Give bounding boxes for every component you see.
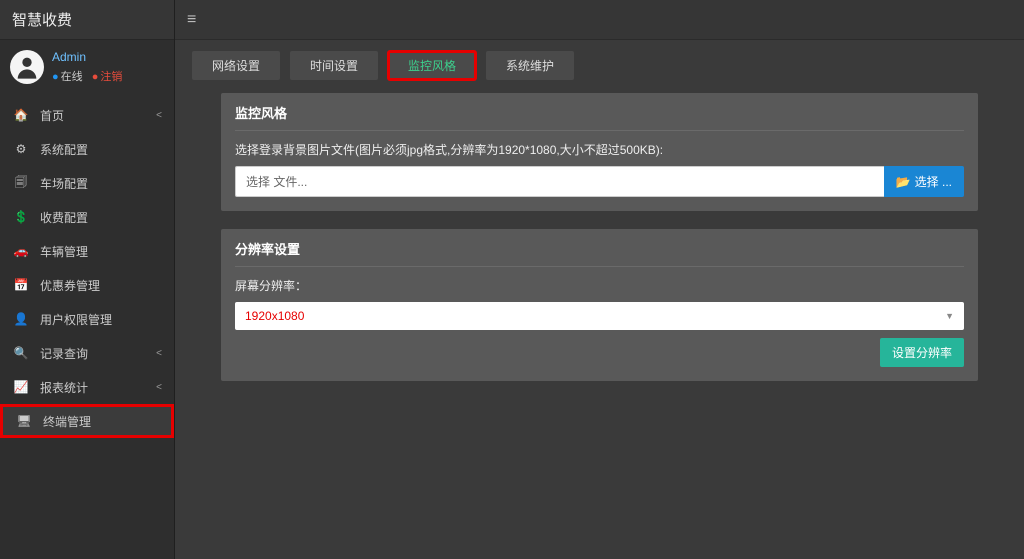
nav-label: 收费配置 bbox=[40, 209, 162, 226]
sidebar-item[interactable]: 📈 报表统计< bbox=[0, 370, 174, 404]
logout-dot-icon: ● bbox=[92, 71, 99, 83]
nav-icon: 👤 bbox=[12, 312, 30, 326]
nav-label: 报表统计 bbox=[40, 379, 156, 396]
nav-label: 车场配置 bbox=[40, 175, 162, 192]
sidebar-item[interactable]: 🚗 车辆管理 bbox=[0, 234, 174, 268]
nav-icon: 💲 bbox=[12, 210, 30, 224]
panel-title: 监控风格 bbox=[235, 103, 964, 131]
brand-title: 智慧收费 bbox=[0, 0, 174, 40]
chevron-left-icon: < bbox=[156, 110, 162, 121]
nav-label: 用户权限管理 bbox=[40, 311, 162, 328]
sidebar: 智慧收费 Admin ●在线 ●注销 🏠首页<⚙系统配置🗐车场配置💲收费配置🚗车… bbox=[0, 0, 175, 559]
nav-label: 记录查询 bbox=[40, 345, 156, 362]
folder-open-icon: 📂 bbox=[896, 175, 911, 189]
nav-icon: 📅 bbox=[12, 278, 30, 292]
menu-toggle-icon[interactable]: ≡ bbox=[187, 11, 196, 29]
sidebar-item[interactable]: 🔍 记录查询< bbox=[0, 336, 174, 370]
panel-monitor-style: 监控风格 选择登录背景图片文件(图片必须jpg格式,分辨率为1920*1080,… bbox=[221, 93, 978, 211]
resolution-label: 屏幕分辨率： bbox=[235, 277, 964, 294]
nav-label: 终端管理 bbox=[43, 413, 159, 430]
nav-label: 优惠券管理 bbox=[40, 277, 162, 294]
nav-icon: 🚗 bbox=[12, 244, 30, 258]
sidebar-item[interactable]: ⚙ 系统配置 bbox=[0, 132, 174, 166]
chevron-left-icon: < bbox=[156, 348, 162, 359]
sidebar-item[interactable]: 💲 收费配置 bbox=[0, 200, 174, 234]
sidebar-item[interactable]: 🖥 终端管理 bbox=[0, 404, 174, 438]
chevron-left-icon: < bbox=[156, 382, 162, 393]
topbar: ≡ bbox=[175, 0, 1024, 40]
sidebar-item[interactable]: 🗐 车场配置 bbox=[0, 166, 174, 200]
nav-icon: 🔍 bbox=[12, 346, 30, 360]
nav-label: 首页 bbox=[40, 107, 156, 124]
panel-title: 分辨率设置 bbox=[235, 239, 964, 267]
sidebar-item[interactable]: 🏠 首页< bbox=[0, 98, 174, 132]
tab[interactable]: 网络设置 bbox=[191, 50, 281, 81]
panel-resolution: 分辨率设置 屏幕分辨率： 1920x1080 ▼ 设置分辨率 bbox=[221, 229, 978, 381]
nav-icon: ⚙ bbox=[12, 142, 30, 156]
user-status: ●在线 ●注销 bbox=[52, 68, 122, 84]
sidebar-item[interactable]: 📅 优惠券管理 bbox=[0, 268, 174, 302]
tab[interactable]: 系统维护 bbox=[485, 50, 575, 81]
chevron-down-icon: ▼ bbox=[945, 311, 954, 321]
nav-icon: 🖥 bbox=[15, 414, 33, 428]
tab[interactable]: 监控风格 bbox=[387, 50, 477, 81]
tab[interactable]: 时间设置 bbox=[289, 50, 379, 81]
browse-button[interactable]: 📂 选择 ... bbox=[884, 166, 964, 197]
avatar bbox=[10, 50, 44, 84]
logout-link[interactable]: 注销 bbox=[100, 71, 122, 83]
nav-icon: 🏠 bbox=[12, 108, 30, 122]
nav-label: 系统配置 bbox=[40, 141, 162, 158]
set-resolution-button[interactable]: 设置分辨率 bbox=[880, 338, 964, 367]
resolution-select[interactable]: 1920x1080 ▼ bbox=[235, 302, 964, 330]
user-block: Admin ●在线 ●注销 bbox=[0, 40, 174, 98]
nav: 🏠首页<⚙系统配置🗐车场配置💲收费配置🚗车辆管理📅优惠券管理👤用户权限管理🔍记录… bbox=[0, 98, 174, 559]
tabs: 网络设置时间设置监控风格系统维护 bbox=[191, 50, 1008, 81]
upload-hint: 选择登录背景图片文件(图片必须jpg格式,分辨率为1920*1080,大小不超过… bbox=[235, 141, 964, 158]
status-dot-icon: ● bbox=[52, 71, 59, 83]
resolution-value: 1920x1080 bbox=[245, 309, 304, 323]
nav-icon: 📈 bbox=[12, 380, 30, 394]
nav-icon: 🗐 bbox=[12, 173, 30, 194]
sidebar-item[interactable]: 👤 用户权限管理 bbox=[0, 302, 174, 336]
file-input[interactable]: 选择 文件... bbox=[235, 166, 884, 197]
nav-label: 车辆管理 bbox=[40, 243, 162, 260]
user-name: Admin bbox=[52, 50, 122, 64]
